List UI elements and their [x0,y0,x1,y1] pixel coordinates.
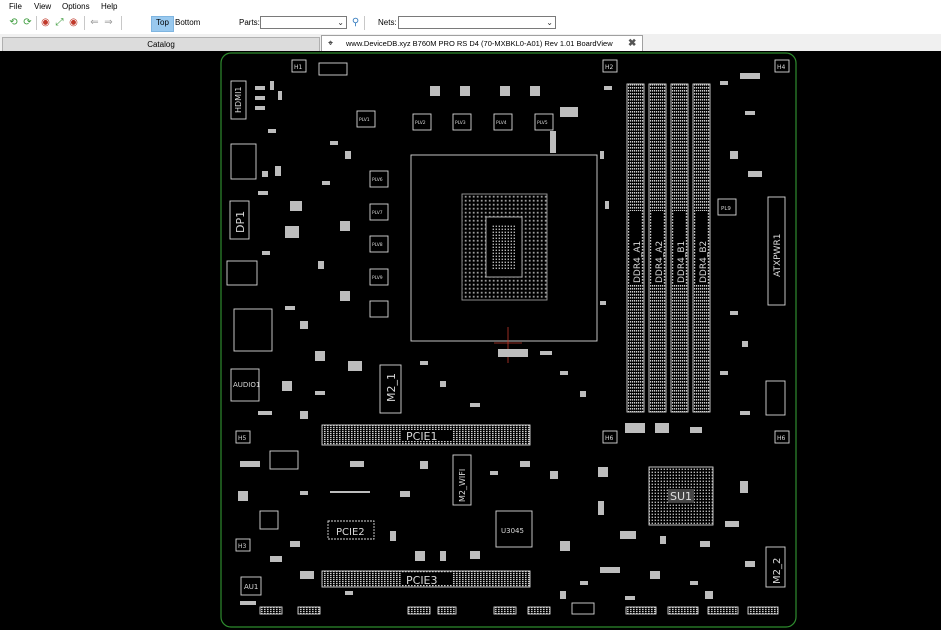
bottom-header [407,606,431,615]
mount-hole-h6-label: H6 [605,435,614,442]
toolbar-separator [36,16,37,30]
m2-1-label: M2_1 [385,373,398,402]
choke-pl9-label: PL9 [721,206,731,212]
mount-hole-h6b-label: H6 [777,435,786,442]
choke-plv1-label: PLV1 [359,117,370,123]
mount-hole-h3-label: H3 [238,543,247,550]
pin-icon[interactable]: ⌖ [328,36,333,51]
dp-label: DP1 [234,211,247,233]
toolbar-separator [121,16,122,30]
tab-strip: Catalog ⌖ www.DeviceDB.xyz B760M PRO RS … [0,34,941,52]
mount-hole-h1-label: H1 [294,64,303,71]
usb-connector [230,143,257,180]
bottom-header [707,606,739,615]
bottom-header [259,606,283,615]
choke-plv7-label: PLV7 [372,210,383,216]
io-chip [233,308,273,352]
chipset-su1-label: SU1 [670,490,692,503]
pcie-1-label: PCIE1 [406,430,438,443]
rotate-left-icon[interactable]: ⟲ [8,17,19,28]
small-chip [259,510,279,530]
small-chip [269,450,299,470]
m2-2-label: M2_2 [772,558,783,584]
choke-plv2-label: PLV2 [415,120,426,126]
chevron-down-icon: ⌄ [546,18,553,27]
zoom-in-icon[interactable]: ◉ [40,17,51,28]
tab-boardview-document[interactable]: ⌖ www.DeviceDB.xyz B760M PRO RS D4 (70-M… [321,35,643,52]
choke-plv3-label: PLV3 [455,120,466,126]
choke-plv5-label: PLV5 [537,120,548,126]
bottom-header [571,602,595,615]
hdmi-label: HDMI1 [234,86,243,113]
u3045-label: U3045 [501,527,524,535]
bottom-header [747,606,779,615]
menu-help[interactable]: Help [101,2,117,11]
rotate-right-icon[interactable]: ⟳ [22,17,33,28]
zoom-out-icon[interactable]: ◉ [68,17,79,28]
dimm-b1-label: DDR4_B1 [677,241,687,283]
parts-combobox[interactable]: ⌄ [260,16,347,29]
tab-catalog[interactable]: Catalog [2,37,320,51]
dimm-a1-label: DDR4_A1 [633,241,643,283]
chevron-down-icon: ⌄ [337,18,344,27]
choke-plv9-label: PLV9 [372,275,383,281]
nets-combobox[interactable]: ⌄ [398,16,556,29]
close-icon[interactable]: ✖ [628,36,636,51]
document-title: www.DeviceDB.xyz B760M PRO RS D4 (70-MXB… [346,39,613,48]
choke-plv4-label: PLV4 [496,120,507,126]
bottom-header [493,606,517,615]
dimm-b2-label: DDR4_B2 [699,241,709,283]
bottom-side-button[interactable]: Bottom [171,16,204,30]
front-usb-header [765,380,786,416]
toolbar: ⟲ ⟳ ◉ ⤢ ◉ ⇐ ⇒ Top Bottom Parts: ⌄ ⚲ Nets… [0,13,941,34]
bottom-header [527,606,551,615]
parts-label: Parts: [239,18,260,27]
choke-plv6-label: PLV6 [372,177,383,183]
choke-plv8-label: PLV8 [372,242,383,248]
nets-label: Nets: [378,18,397,27]
fit-to-screen-icon[interactable]: ⤢ [54,17,65,28]
vrm-top-part [318,62,348,76]
bottom-header [625,606,657,615]
m2-wifi-label: M2_WIFI [458,469,467,502]
bottom-header [667,606,699,615]
atx-power-label: ATXPWR1 [773,234,783,277]
toolbar-separator [84,16,85,30]
mount-hole-h4-label: H4 [777,64,786,71]
boardview-canvas[interactable]: HDMI1 DP1 AUDIO1 AU1 H1 H2 H4 H5 H6 H6 H… [0,51,941,630]
back-arrow-icon[interactable]: ⇐ [89,17,100,28]
menu-file[interactable]: File [9,2,22,11]
menu-view[interactable]: View [34,2,51,11]
mount-hole-h5-label: H5 [238,435,247,442]
board-drawing[interactable]: HDMI1 DP1 AUDIO1 AU1 H1 H2 H4 H5 H6 H6 H… [0,51,941,630]
bottom-header [297,606,321,615]
choke-plv10 [369,300,389,318]
mount-hole-h2-label: H2 [605,64,614,71]
lan-connector [226,260,258,286]
menu-options[interactable]: Options [62,2,90,11]
dimm-a2-label: DDR4_A2 [655,241,665,283]
audio-label: AUDIO1 [233,381,260,389]
bottom-header [437,606,457,615]
forward-arrow-icon[interactable]: ⇒ [103,17,114,28]
pcie-3-label: PCIE3 [406,574,438,587]
toolbar-separator [364,16,365,30]
menu-bar: File View Options Help [0,0,941,13]
pcie-2-label: PCIE2 [336,527,365,538]
au1-label: AU1 [244,583,258,591]
search-parts-icon[interactable]: ⚲ [350,17,361,28]
